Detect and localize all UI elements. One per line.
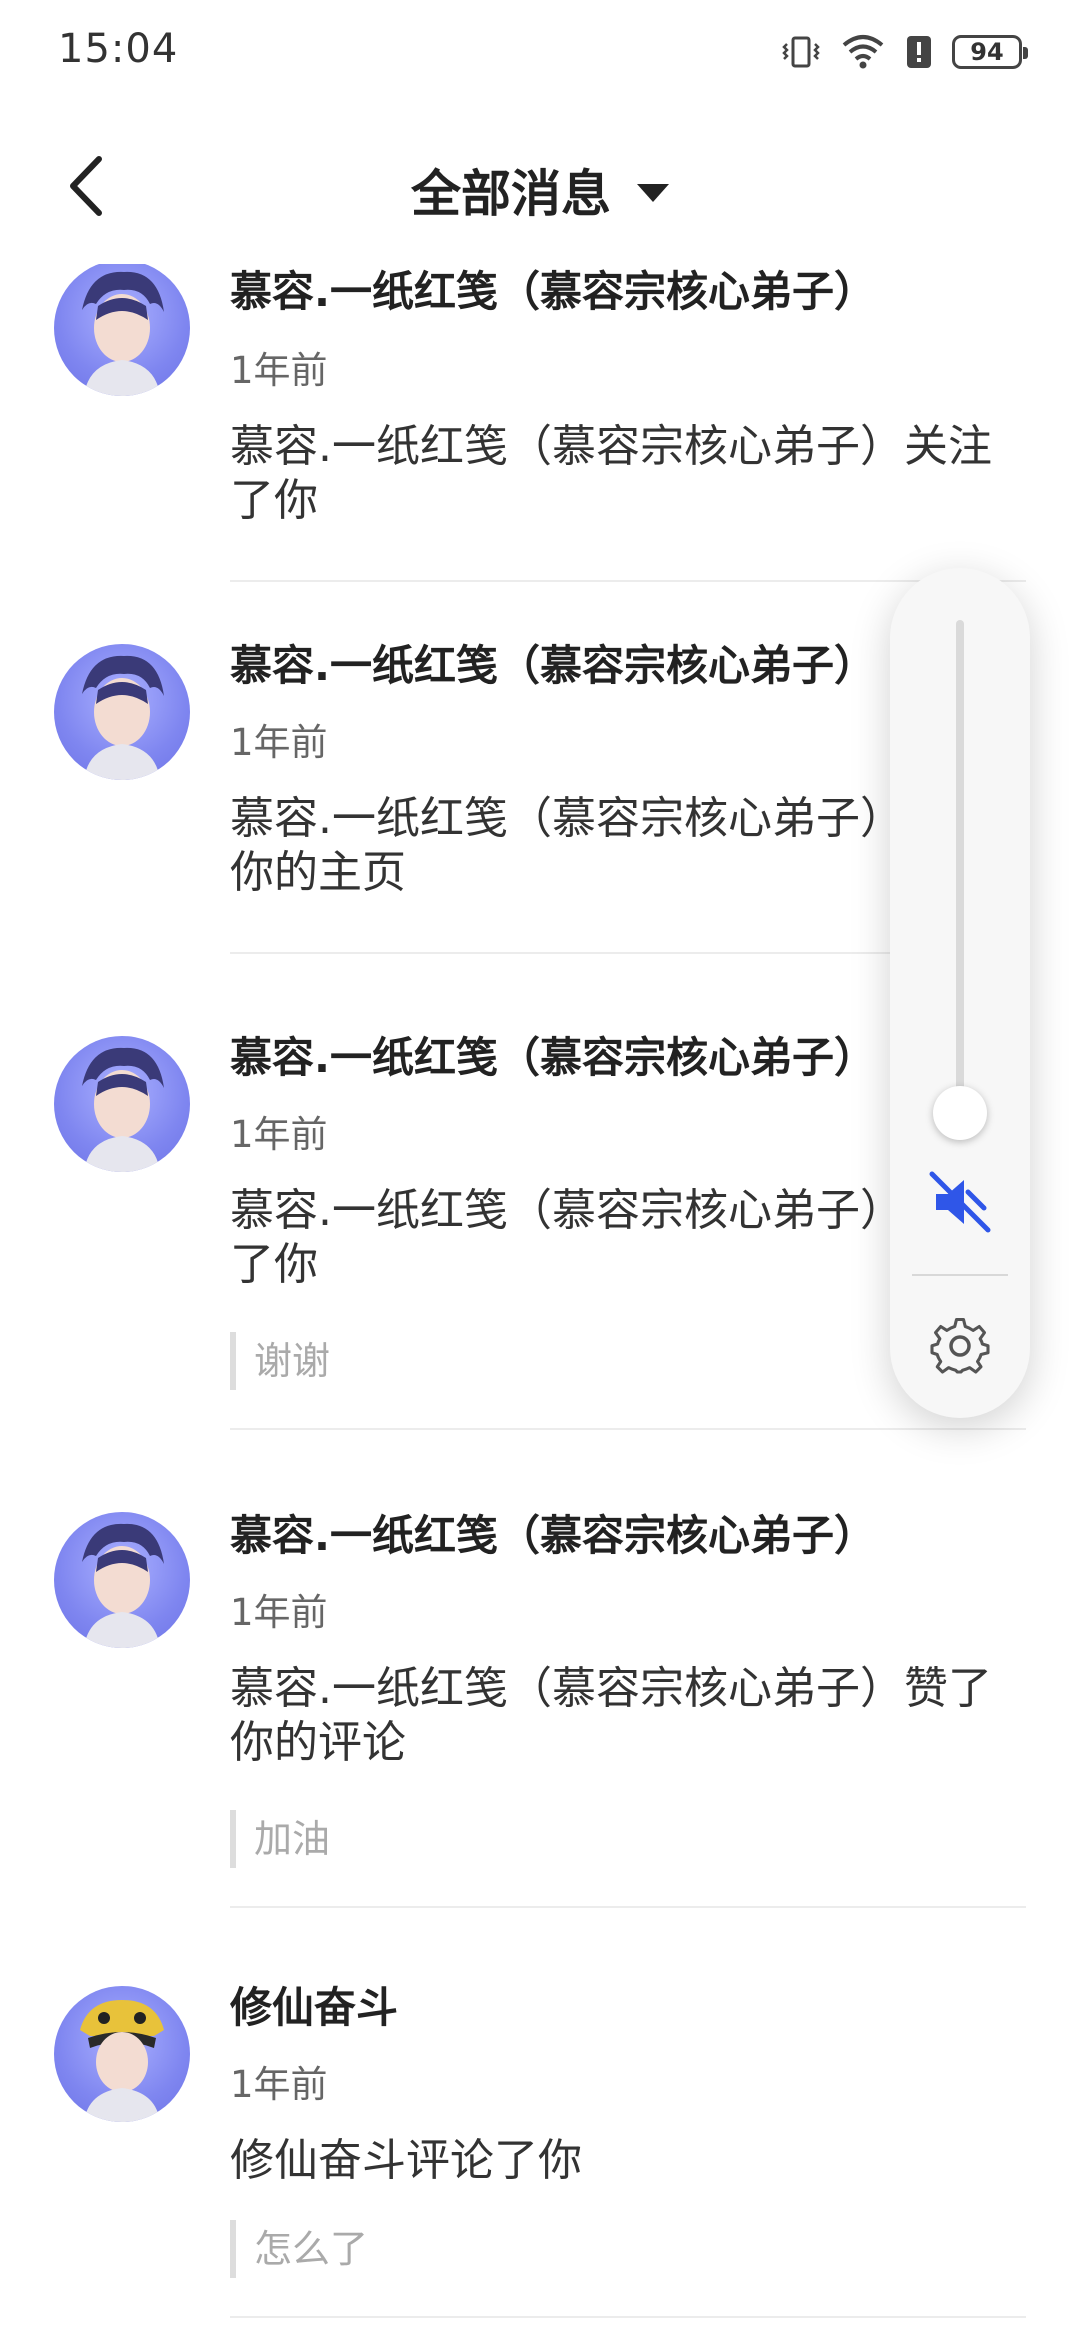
avatar-character-image [82,271,164,396]
divider [230,580,1026,582]
vibrate-icon [782,36,820,68]
wifi-icon [842,35,884,69]
quoted-text: 加油 [230,1810,330,1868]
avatar-character-image [80,2000,164,2122]
title-dropdown[interactable]: 全部消息 [0,154,1080,226]
divider [230,1906,1026,1908]
notification-message: 修仙奋斗评论了你 [230,2135,582,2186]
list-item[interactable]: 慕容.一纸红笺（慕容宗核心弟子） 1年前 慕容.一纸红笺（慕容宗核心弟子）赞了你… [0,1508,1080,1948]
sender-name: 慕容.一纸红笺（慕容宗核心弟子） [230,1511,876,1560]
avatar[interactable] [54,1036,190,1172]
notification-time: 1年前 [230,349,328,392]
mute-button[interactable] [926,1168,994,1236]
quoted-text: 谢谢 [230,1332,330,1390]
avatar[interactable] [54,1512,190,1648]
notification-time: 1年前 [230,721,328,764]
list-item[interactable]: 慕容.一纸红笺（慕容宗核心弟子） 1年前 慕容.一纸红笺（慕容宗核心弟子）关注了… [0,260,1080,590]
panel-divider [912,1274,1008,1276]
sender-name: 慕容.一纸红笺（慕容宗核心弟子） [230,1033,876,1082]
header: 全部消息 [0,104,1080,264]
avatar-character-image [82,1523,164,1648]
status-icons: 94 [780,30,1028,74]
gear-icon [930,1317,990,1374]
volume-slider-thumb[interactable] [933,1086,987,1140]
notification-time: 1年前 [230,2063,328,2106]
sound-settings-button[interactable] [928,1312,992,1376]
status-time: 15:04 [58,26,179,72]
sender-name: 修仙奋斗 [230,1983,399,2032]
speaker-muted-icon [929,1171,991,1233]
notification-time: 1年前 [230,1113,328,1156]
divider [230,2316,1026,2318]
avatar-character-image [82,655,164,780]
sender-name: 慕容.一纸红笺（慕容宗核心弟子） [230,641,876,690]
status-bar: 15:04 94 [0,0,1080,104]
page-title: 全部消息 [411,165,611,223]
notification-message: 慕容.一纸红笺（慕容宗核心弟子）赞了你的评论 [230,1663,992,1768]
list-item[interactable]: 修仙奋斗 1年前 修仙奋斗评论了你 怎么了 [0,1982,1080,2340]
avatar-character-image [82,1047,164,1172]
avatar[interactable] [54,644,190,780]
caret-down-icon [637,184,669,202]
volume-slider[interactable] [956,620,964,1110]
alert-icon [907,36,931,68]
quoted-text: 怎么了 [230,2220,368,2278]
avatar[interactable] [54,260,190,396]
notification-time: 1年前 [230,1591,328,1634]
notification-message: 慕容.一纸红笺（慕容宗核心弟子）关注了你 [230,421,992,526]
volume-panel [890,568,1030,1418]
divider [230,1428,1026,1430]
battery-icon: 94 [952,35,1028,69]
sender-name: 慕容.一纸红笺（慕容宗核心弟子） [230,267,876,316]
battery-level: 94 [970,38,1004,66]
avatar[interactable] [54,1986,190,2122]
